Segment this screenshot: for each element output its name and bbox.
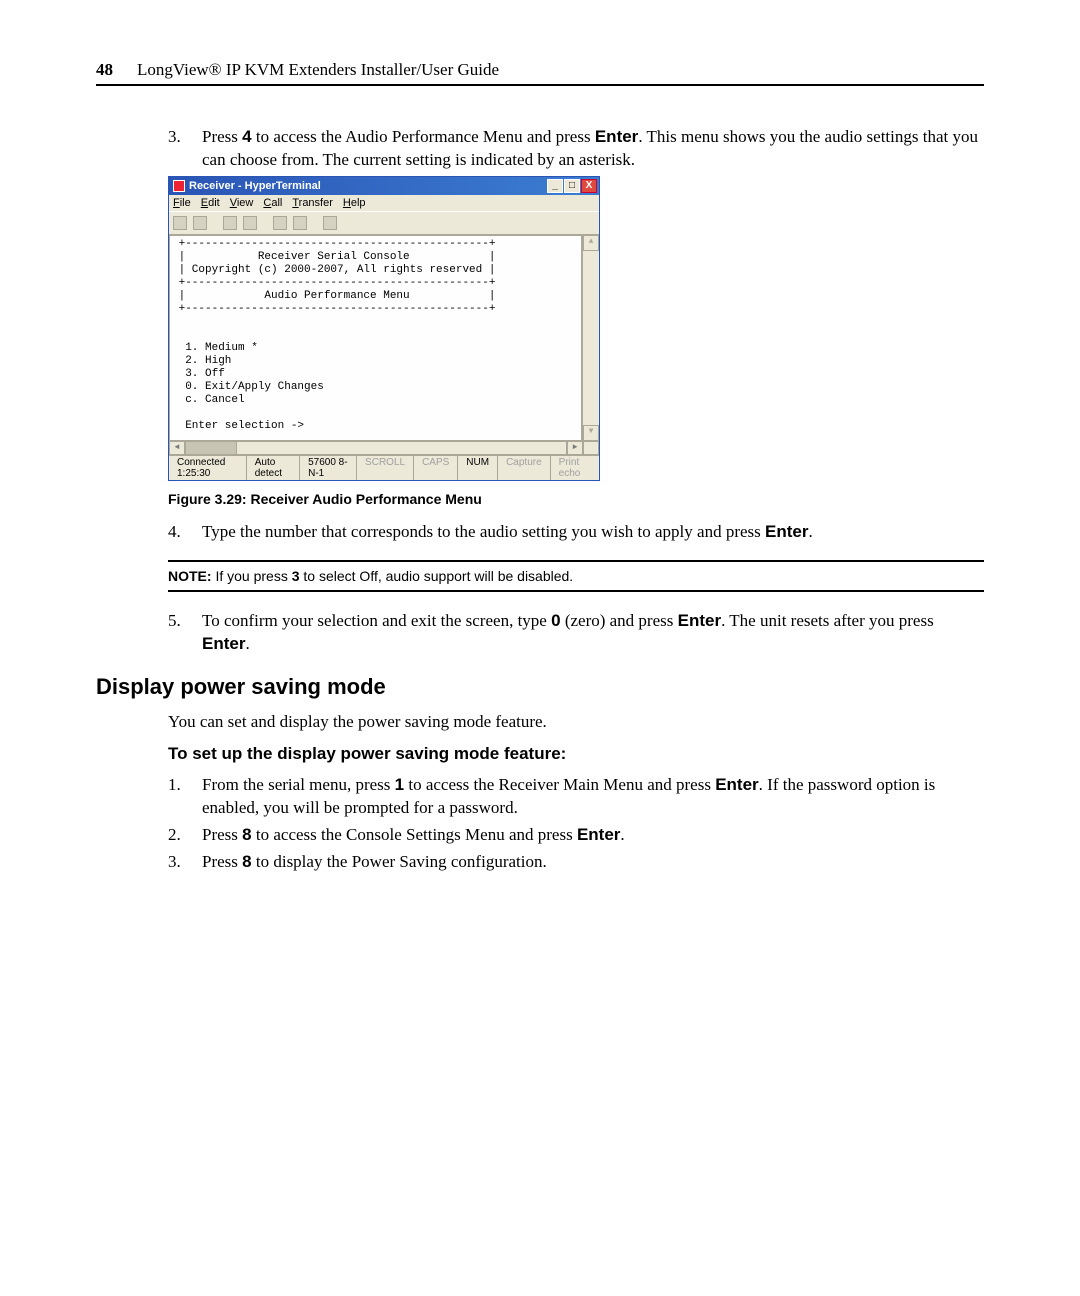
window-buttons: _ □ X (547, 179, 597, 193)
text-fragment: Press (202, 127, 242, 146)
step-text: From the serial menu, press 1 to access … (202, 774, 984, 820)
key-8: 8 (242, 852, 251, 871)
note-label: NOTE: (168, 568, 212, 584)
text-fragment: . (808, 522, 812, 541)
page-header: 48 LongView® IP KVM Extenders Installer/… (96, 60, 984, 86)
procedure-step-3: 3. Press 8 to display the Power Saving c… (168, 851, 984, 874)
menu-file[interactable]: File (173, 197, 191, 209)
scroll-down-icon[interactable]: ▼ (583, 425, 599, 441)
key-enter: Enter (577, 825, 620, 844)
step-number: 3. (168, 126, 202, 172)
text-fragment: to access the Console Settings Menu and … (252, 825, 577, 844)
step-3: 3. Press 4 to access the Audio Performan… (168, 126, 984, 172)
key-enter: Enter (202, 634, 245, 653)
step-text: Press 8 to display the Power Saving conf… (202, 851, 984, 874)
procedure-step-1: 1. From the serial menu, press 1 to acce… (168, 774, 984, 820)
status-printecho: Print echo (551, 456, 599, 480)
vertical-scrollbar[interactable]: ▲ ▼ (582, 235, 599, 441)
menu-transfer[interactable]: Transfer (292, 197, 333, 209)
text-fragment: Press (202, 825, 242, 844)
send-icon[interactable] (273, 216, 287, 230)
scroll-up-icon[interactable]: ▲ (583, 235, 599, 251)
status-num: NUM (458, 456, 498, 480)
text-fragment: to access the Receiver Main Menu and pre… (404, 775, 715, 794)
note-box: NOTE: If you press 3 to select Off, audi… (168, 560, 984, 592)
text-fragment: Type the number that corresponds to the … (202, 522, 765, 541)
menu-view[interactable]: View (230, 197, 254, 209)
text-fragment: To confirm your selection and exit the s… (202, 611, 551, 630)
terminal-output: +---------------------------------------… (169, 235, 582, 441)
key-1: 1 (395, 775, 404, 794)
text-fragment: Press (202, 852, 242, 871)
text-fragment: . (245, 634, 249, 653)
text-fragment: . (620, 825, 624, 844)
status-autodetect: Auto detect (247, 456, 300, 480)
key-enter: Enter (678, 611, 721, 630)
step-5: 5. To confirm your selection and exit th… (168, 610, 984, 656)
close-button[interactable]: X (581, 179, 597, 193)
key-enter: Enter (715, 775, 758, 794)
scroll-left-icon[interactable]: ◄ (169, 441, 185, 455)
text-fragment: (zero) and press (561, 611, 678, 630)
step-number: 5. (168, 610, 202, 656)
disconnect-icon[interactable] (243, 216, 257, 230)
status-capture: Capture (498, 456, 551, 480)
step-text: Press 4 to access the Audio Performance … (202, 126, 984, 172)
key-enter: Enter (595, 127, 638, 146)
text-fragment: to access the Audio Performance Menu and… (252, 127, 595, 146)
status-scroll: SCROLL (357, 456, 414, 480)
status-bar: Connected 1:25:30 Auto detect 57600 8-N-… (169, 455, 599, 480)
procedure-heading: To set up the display power saving mode … (168, 744, 984, 764)
menu-call[interactable]: Call (263, 197, 282, 209)
key-8: 8 (242, 825, 251, 844)
properties-icon[interactable] (323, 216, 337, 230)
step-number: 1. (168, 774, 202, 820)
text-fragment: . The unit resets after you press (721, 611, 934, 630)
app-icon (173, 180, 185, 192)
section-intro: You can set and display the power saving… (168, 712, 984, 732)
procedure-step-2: 2. Press 8 to access the Console Setting… (168, 824, 984, 847)
status-connected: Connected 1:25:30 (169, 456, 247, 480)
text-fragment: From the serial menu, press (202, 775, 395, 794)
new-icon[interactable] (173, 216, 187, 230)
step-text: Type the number that corresponds to the … (202, 521, 984, 544)
page-number: 48 (96, 60, 113, 80)
step-text: To confirm your selection and exit the s… (202, 610, 984, 656)
menu-help[interactable]: Help (343, 197, 366, 209)
key-enter: Enter (765, 522, 808, 541)
receive-icon[interactable] (293, 216, 307, 230)
book-title: LongView® IP KVM Extenders Installer/Use… (137, 60, 499, 80)
horizontal-scrollbar[interactable]: ◄ ► (169, 441, 599, 455)
text-fragment: to select Off, audio support will be dis… (300, 568, 574, 584)
open-icon[interactable] (193, 216, 207, 230)
step-text: Press 8 to access the Console Settings M… (202, 824, 984, 847)
figure-caption: Figure 3.29: Receiver Audio Performance … (168, 491, 984, 507)
step-number: 3. (168, 851, 202, 874)
status-connection: 57600 8-N-1 (300, 456, 357, 480)
step-number: 4. (168, 521, 202, 544)
step-number: 2. (168, 824, 202, 847)
window-titlebar: Receiver - HyperTerminal _ □ X (169, 177, 599, 195)
section-heading: Display power saving mode (96, 674, 984, 700)
scroll-right-icon[interactable]: ► (567, 441, 583, 455)
scrollbar-corner (583, 441, 599, 455)
connect-icon[interactable] (223, 216, 237, 230)
menu-bar: File Edit View Call Transfer Help (169, 195, 599, 211)
toolbar (169, 211, 599, 235)
window-title: Receiver - HyperTerminal (189, 180, 321, 192)
scroll-thumb[interactable] (186, 442, 237, 454)
key-0: 0 (551, 611, 560, 630)
status-caps: CAPS (414, 456, 458, 480)
key-4: 4 (242, 127, 251, 146)
menu-edit[interactable]: Edit (201, 197, 220, 209)
minimize-button[interactable]: _ (547, 179, 563, 193)
text-fragment: If you press (212, 568, 292, 584)
step-4: 4. Type the number that corresponds to t… (168, 521, 984, 544)
hyperterminal-window: Receiver - HyperTerminal _ □ X File Edit… (168, 176, 600, 481)
maximize-button[interactable]: □ (564, 179, 580, 193)
text-fragment: to display the Power Saving configuratio… (252, 852, 547, 871)
key-3: 3 (292, 568, 300, 584)
